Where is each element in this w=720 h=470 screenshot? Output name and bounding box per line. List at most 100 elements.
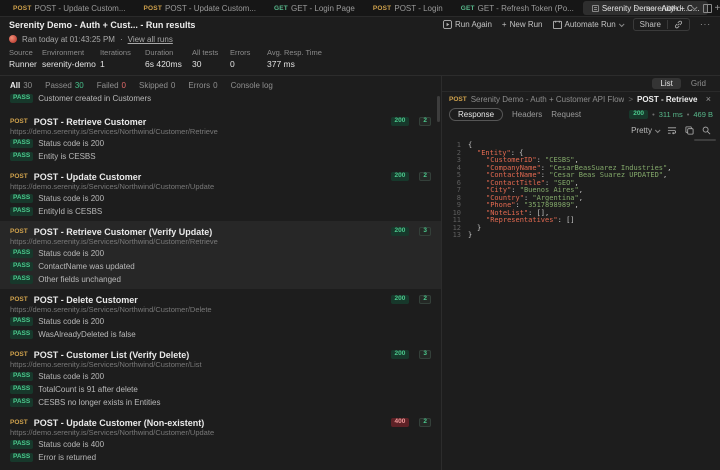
pass-badge: PASS	[10, 94, 33, 103]
tab[interactable]: POSTPOST - Update Custom...	[4, 0, 135, 16]
run-meta: Ran today at 01:43:25 PM · View all runs	[0, 32, 720, 46]
tab-label: POST - Update Custom...	[165, 4, 256, 13]
tab-request[interactable]: Request	[551, 110, 581, 119]
automate-icon	[553, 20, 562, 29]
chevron-down-icon[interactable]	[635, 4, 641, 10]
wrap-text-icon[interactable]	[667, 126, 677, 135]
window-tab-bar: POSTPOST - Update Custom...POSTPOST - Up…	[0, 0, 720, 17]
filter-label: Console log	[231, 81, 273, 90]
test-row: PASS EntityId is CESBS	[10, 205, 431, 218]
chevron-down-icon	[655, 127, 661, 133]
copy-link-button[interactable]	[667, 20, 689, 29]
body-toolbar: Pretty	[442, 123, 720, 138]
stat-label: Duration	[145, 48, 192, 57]
view-all-runs-link[interactable]: View all runs	[128, 35, 173, 44]
pass-badge: PASS	[10, 317, 33, 326]
request-item[interactable]: POSTPOST - Update Customer2002https://de…	[0, 166, 441, 221]
automate-run-button[interactable]: Automate Run	[553, 20, 623, 29]
copy-icon[interactable]	[685, 126, 694, 135]
tab-label: GET - Login Page	[291, 4, 355, 13]
request-item[interactable]: POSTPOST - Update Customer (Non-existent…	[0, 412, 441, 467]
stat-label: Iterations	[100, 48, 145, 57]
line-number: 13	[448, 232, 461, 240]
close-icon[interactable]: ×	[704, 94, 713, 104]
stat-duration: Duration6s 420ms	[145, 48, 192, 69]
pass-badge: PASS	[10, 207, 33, 216]
json-key: "Representatives"	[486, 216, 558, 224]
filter-passed[interactable]: Passed30	[45, 81, 84, 90]
request-item[interactable]: POSTPOST - Delete Customer2002https://de…	[0, 289, 441, 344]
stat-label: Source	[9, 48, 42, 57]
json-punct: ,	[579, 194, 583, 202]
request-head: POSTPOST - Delete Customer2002	[10, 294, 431, 305]
response-tabs: ResponseHeadersRequest 200 • 311 ms • 46…	[442, 106, 720, 123]
method-label: POST	[10, 296, 28, 303]
pass-badge: PASS	[10, 453, 33, 462]
json-punct: ,	[667, 164, 671, 172]
list-view-button[interactable]: List	[652, 78, 680, 89]
run-again-button[interactable]: Run Again	[443, 20, 492, 29]
request-item[interactable]: POSTPOST - Retrieve Customer (Verify Upd…	[0, 221, 441, 289]
test-row: PASSStatus code is 200	[10, 370, 431, 383]
test-text: Status code is 200	[38, 372, 104, 381]
grid-view-button[interactable]: Grid	[683, 78, 714, 89]
more-options-button[interactable]: ···	[700, 20, 711, 29]
environment-name: serenity-d...	[646, 4, 688, 13]
tab-headers[interactable]: Headers	[512, 110, 542, 119]
tab[interactable]: POSTPOST - Login	[364, 0, 452, 16]
tab[interactable]: GETGET - Login Page	[265, 0, 364, 16]
test-text: EntityId is CESBS	[38, 207, 102, 216]
method-label: POST	[10, 173, 28, 180]
status-badge: 200	[629, 110, 648, 119]
code-content: "Representatives": []	[468, 217, 575, 225]
method-label: GET	[461, 5, 475, 12]
stat-value: 1	[100, 59, 145, 69]
filter-failed[interactable]: Failed0	[97, 81, 126, 90]
runner-icon	[592, 5, 599, 12]
pass-badge: PASS	[10, 194, 33, 203]
pretty-dropdown[interactable]: Pretty	[631, 126, 659, 135]
stat-iterations: Iterations 1	[100, 48, 145, 69]
response-tab-group: Response Headers Request	[449, 108, 581, 121]
response-body[interactable]: 1{2"Entity": {3"CustomerID": "CESBS",4"C…	[442, 138, 720, 470]
new-run-button[interactable]: + New Run	[502, 20, 543, 29]
environment-selector[interactable]: serenity-d...	[646, 4, 696, 13]
filter-skipped[interactable]: Skipped0	[139, 81, 175, 90]
request-head: POSTPOST - Update Customer (Non-existent…	[10, 417, 431, 428]
filter-label: Passed	[45, 81, 72, 90]
search-icon[interactable]	[702, 126, 711, 135]
scrollbar[interactable]	[694, 139, 716, 141]
pass-badge: PASS	[10, 152, 33, 161]
status-badge: 200	[391, 350, 410, 359]
filter-console-log[interactable]: Console log	[231, 81, 273, 90]
header-actions: Run Again + New Run Automate Run Share ·…	[443, 18, 711, 31]
test-row: PASSStatus code is 200	[10, 315, 431, 328]
request-item[interactable]: POSTPOST - Customer List (Verify Delete)…	[0, 344, 441, 412]
filter-errors[interactable]: Errors0	[188, 81, 217, 90]
tab-response[interactable]: Response	[449, 108, 503, 121]
request-item[interactable]: POSTPOST - Retrieve Customer2002https://…	[0, 111, 441, 166]
layout-icon[interactable]	[703, 4, 712, 13]
test-row: PASSStatus code is 400	[10, 438, 431, 451]
filter-all[interactable]: All30	[10, 81, 32, 90]
pass-badge: PASS	[10, 330, 33, 339]
stat-label: Environment	[42, 48, 100, 57]
breadcrumb-collection[interactable]: Serenity Demo - Auth + Customer API Flow	[471, 95, 625, 104]
test-text: ContactName was updated	[38, 262, 135, 271]
request-url: https://demo.serenity.is/Services/Northw…	[10, 360, 431, 370]
stat-label: Avg. Resp. Time	[267, 48, 322, 57]
stat-environment: Environmentserenity-demo	[42, 48, 100, 69]
filter-bar: All30 Passed30 Failed0 Skipped0 Errors0 Conso…	[0, 76, 441, 94]
pass-badge: PASS	[10, 275, 33, 284]
tab[interactable]: POSTPOST - Update Custom...	[135, 0, 266, 16]
filter-label: Skipped	[139, 81, 168, 90]
test-text: Other fields unchanged	[38, 275, 121, 284]
tab[interactable]: GETGET - Refresh Token (Po...	[452, 0, 583, 16]
stat-value: 0	[230, 59, 267, 69]
stat-label: Errors	[230, 48, 267, 57]
filter-label: All	[10, 81, 20, 90]
method-label: POST	[449, 96, 467, 103]
share-button[interactable]: Share	[634, 20, 667, 29]
scrollbar[interactable]	[437, 96, 440, 122]
pass-badge: PASS	[10, 262, 33, 271]
